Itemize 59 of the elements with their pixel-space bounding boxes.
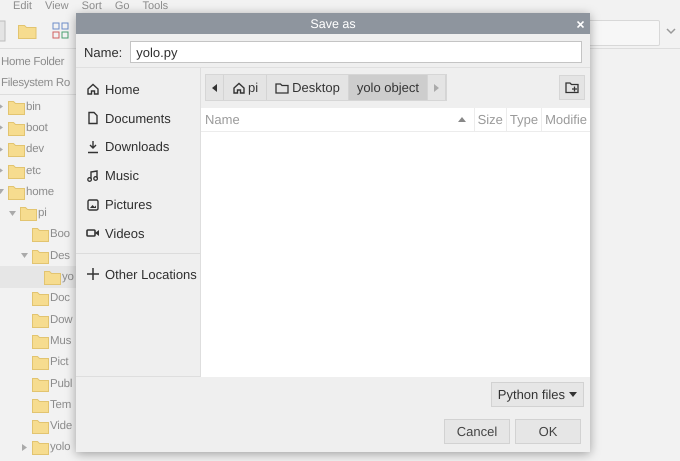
tree-item-label: Des — [50, 250, 70, 262]
menu-item[interactable]: View — [44, 0, 69, 13]
tree-item-label: yo — [62, 271, 74, 284]
dialog-button[interactable]: OK — [515, 419, 581, 444]
tree-item-label: Boo — [50, 228, 70, 240]
tree-row[interactable]: etc — [0, 160, 76, 182]
window-title: Save as — [310, 16, 356, 30]
sidebar-item[interactable]: Filesystem Ro — [0, 73, 76, 94]
places-item[interactable]: Home — [76, 75, 200, 104]
column-header[interactable]: Size — [474, 108, 506, 131]
tree-row[interactable]: bin — [0, 96, 76, 118]
file-type-dropdown[interactable]: Python files — [490, 382, 584, 407]
tree-item-label: yolo — [50, 441, 70, 454]
tree-item-label: Publ — [50, 378, 72, 390]
tree-item-label: bin — [26, 100, 41, 113]
tree-row[interactable]: pi — [0, 202, 76, 224]
tree-item-label: Doc — [50, 292, 70, 304]
tree-row[interactable]: boot — [0, 117, 76, 139]
tree-item-label: Tem — [50, 398, 72, 411]
name-label: Name: — [84, 44, 122, 60]
tree-item-label: Dow — [50, 314, 72, 326]
places-item[interactable]: Documents — [76, 104, 200, 133]
tree-item-label: boot — [26, 122, 48, 134]
menu-item[interactable]: Tools — [142, 0, 168, 13]
tree-item-label: Vide — [50, 420, 72, 432]
tree-row[interactable]: Pict — [0, 352, 76, 373]
tree-row[interactable]: Des — [0, 245, 76, 266]
dialog-button[interactable]: Cancel — [444, 419, 510, 444]
tree-row[interactable]: Tem — [0, 394, 76, 416]
tree-row[interactable]: Doc — [0, 288, 76, 309]
name-field[interactable]: yolo.py — [130, 41, 582, 63]
tree-item-label: dev — [26, 143, 44, 156]
places-item[interactable]: Videos — [76, 218, 200, 248]
tree-item-label: Pict — [50, 356, 68, 368]
tree-row[interactable]: yolo — [0, 436, 76, 458]
tree-row[interactable]: Vide — [0, 415, 76, 437]
tree-item-label: etc — [26, 164, 41, 177]
menu-item[interactable]: Go — [114, 0, 130, 13]
places-item[interactable]: Other Locations — [76, 252, 200, 289]
sidebar-item[interactable]: Home Folder — [0, 52, 76, 73]
tree-row[interactable]: Boo — [0, 224, 76, 246]
places-item[interactable]: Pictures — [76, 190, 200, 219]
column-header[interactable]: Modifie — [541, 108, 590, 131]
tree-item-label: Mus — [50, 334, 72, 347]
column-header[interactable]: Type — [506, 108, 542, 131]
tree-row[interactable]: Dow — [0, 308, 76, 330]
places-item[interactable]: Downloads — [76, 132, 200, 162]
tree-item-label: pi — [38, 207, 47, 220]
tree-row[interactable]: Publ — [0, 372, 76, 394]
tree-row[interactable]: dev — [0, 138, 76, 160]
tree-item-label: home — [26, 186, 54, 198]
menu-item[interactable]: Edit — [13, 0, 32, 13]
column-header[interactable]: Name — [201, 112, 458, 127]
menu-item[interactable]: Sort — [82, 0, 102, 13]
tree-row[interactable]: yo — [0, 266, 76, 288]
path-button[interactable]: yolo object — [348, 75, 428, 100]
places-item[interactable]: Music — [76, 161, 200, 190]
tree-row[interactable]: Mus — [0, 330, 76, 352]
tree-row[interactable]: home — [0, 181, 76, 202]
